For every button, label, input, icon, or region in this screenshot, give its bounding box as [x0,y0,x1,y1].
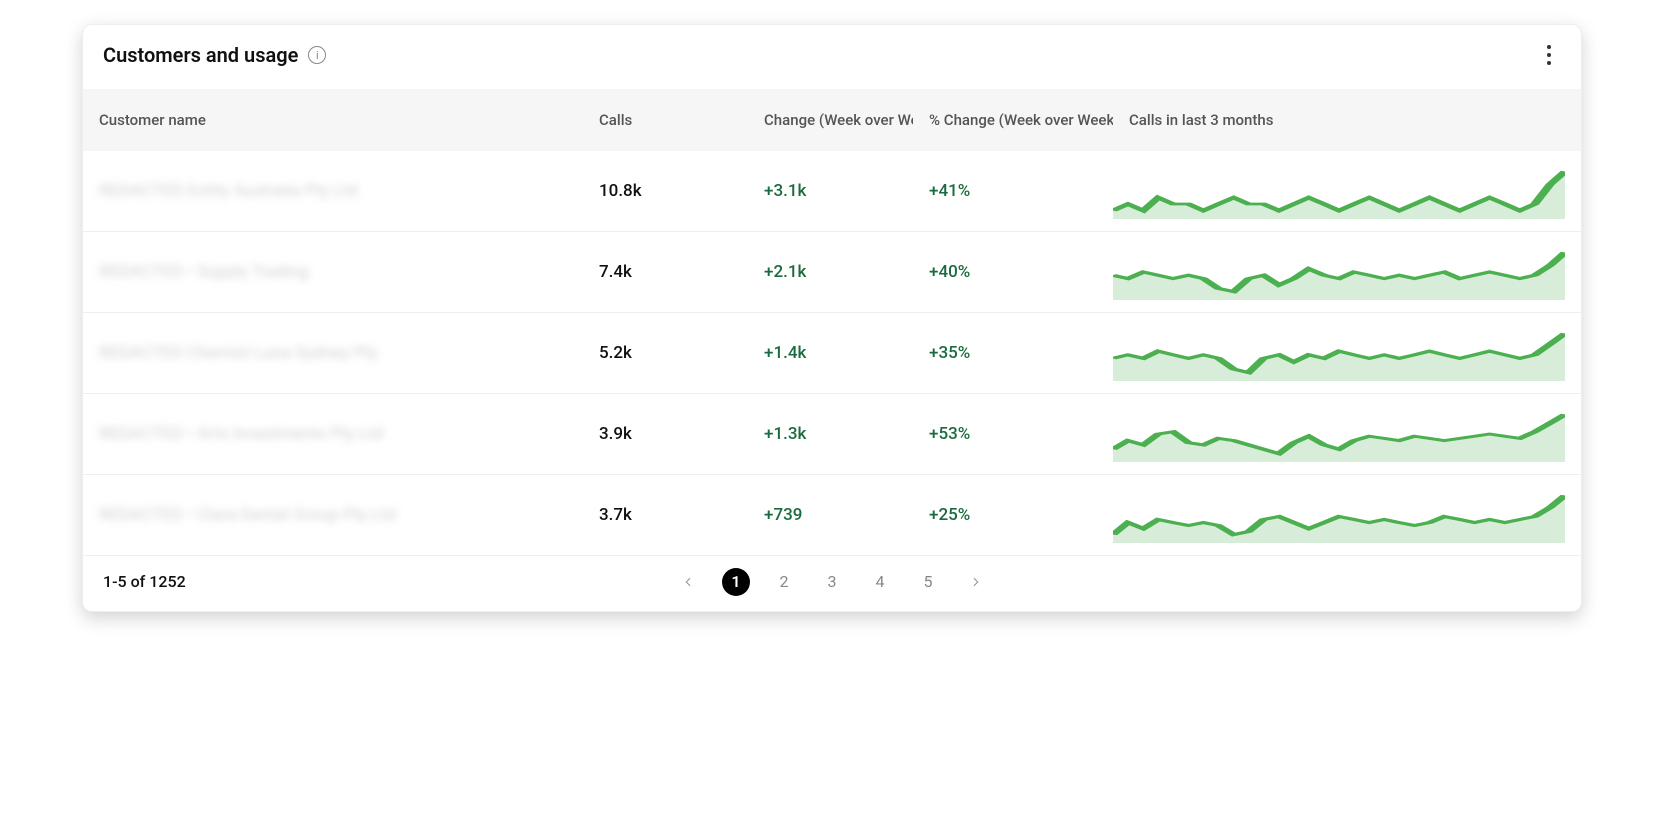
pct-change-value: +25% [929,505,970,525]
sparkline-chart [1113,406,1565,462]
table-row[interactable]: REDACTED • Arts Investments Pty Ltd 3.9k… [83,394,1581,475]
page-button-5[interactable]: 5 [914,568,942,596]
customers-usage-card: Customers and usage i Customer name Call… [82,24,1582,612]
change-value: +1.3k [764,424,806,444]
change-value: +1.4k [764,343,806,363]
table-footer: 1-5 of 1252 12345 [83,556,1581,611]
calls-value: 3.9k [599,424,632,444]
table-row[interactable]: REDACTED Entity Australia Pty Ltd 10.8k … [83,151,1581,232]
calls-value: 5.2k [599,343,632,363]
sparkline-chart [1113,325,1565,381]
prev-page-button[interactable] [674,568,702,596]
table-row[interactable]: REDACTED • Supply Trading 7.4k +2.1k +40… [83,232,1581,313]
col-header-spark[interactable]: Calls in last 3 months [1113,89,1581,151]
col-header-name[interactable]: Customer name [83,89,583,151]
sparkline-chart [1113,487,1565,543]
chevron-left-icon [681,575,695,589]
customer-name[interactable]: REDACTED • Arts Investments Pty Ltd [99,424,383,444]
page-button-2[interactable]: 2 [770,568,798,596]
chevron-right-icon [969,575,983,589]
card-title: Customers and usage [103,43,298,67]
sparkline-cell [1113,394,1581,475]
table-header-row: Customer name Calls Change (Week over We… [83,89,1581,151]
change-value: +739 [764,505,802,525]
table-row[interactable]: REDACTED • Clara Dental Group Pty Ltd 3.… [83,475,1581,556]
card-header: Customers and usage i [83,25,1581,89]
calls-value: 10.8k [599,181,642,201]
pagination-range: 1-5 of 1252 [103,572,186,591]
col-header-pct[interactable]: % Change (Week over Week) [913,89,1113,151]
customer-name[interactable]: REDACTED Chemist Luna Sydney Pty [99,343,378,363]
customer-name[interactable]: REDACTED Entity Australia Pty Ltd [99,181,358,201]
sparkline-chart [1113,163,1565,219]
sparkline-cell [1113,313,1581,394]
customers-table: Customer name Calls Change (Week over We… [83,89,1581,556]
change-value: +2.1k [764,262,806,282]
pct-change-value: +53% [929,424,970,444]
page-button-3[interactable]: 3 [818,568,846,596]
calls-value: 7.4k [599,262,632,282]
col-header-calls[interactable]: Calls [583,89,748,151]
pct-change-value: +40% [929,262,970,282]
sparkline-cell [1113,151,1581,232]
page-button-4[interactable]: 4 [866,568,894,596]
pct-change-value: +35% [929,343,970,363]
table-row[interactable]: REDACTED Chemist Luna Sydney Pty 5.2k +1… [83,313,1581,394]
sparkline-cell [1113,232,1581,313]
sparkline-cell [1113,475,1581,556]
pager: 12345 [674,568,990,596]
page-buttons: 12345 [722,568,942,596]
kebab-menu-button[interactable] [1537,43,1561,67]
customer-name[interactable]: REDACTED • Supply Trading [99,262,309,282]
pct-change-value: +41% [929,181,970,201]
info-icon[interactable]: i [308,46,326,64]
next-page-button[interactable] [962,568,990,596]
sparkline-chart [1113,244,1565,300]
title-wrap: Customers and usage i [103,43,326,67]
customer-name[interactable]: REDACTED • Clara Dental Group Pty Ltd [99,505,396,525]
calls-value: 3.7k [599,505,632,525]
page-button-1[interactable]: 1 [722,568,750,596]
change-value: +3.1k [764,181,806,201]
col-header-change[interactable]: Change (Week over Week) [748,89,913,151]
